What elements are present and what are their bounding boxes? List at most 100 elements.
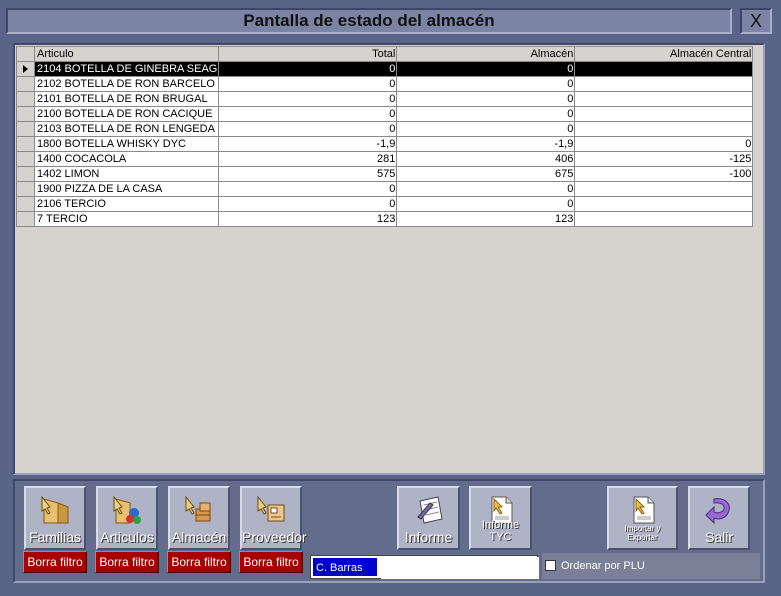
cell-almacen[interactable]: 0 <box>396 181 576 197</box>
cell-almacen[interactable]: 0 <box>396 196 576 212</box>
importar-exportar-button[interactable]: Importar y Exportar <box>607 486 678 550</box>
almacen-clear-filter-button[interactable]: Borra filtro <box>167 551 231 573</box>
table-row[interactable]: 2101 BOTELLA DE RON BRUGAL 0 0 <box>16 91 754 107</box>
cell-almacen[interactable]: 123 <box>396 211 576 227</box>
cell-articulo[interactable]: 1800 BOTELLA WHISKY DYC <box>33 136 220 152</box>
header-articulo[interactable]: Articulo <box>33 46 220 62</box>
header-almacen-central[interactable]: Almacén Central <box>574 46 754 62</box>
table-row[interactable]: 1402 LIMON 575 675 -100 <box>16 166 754 182</box>
cell-total[interactable]: 0 <box>218 91 398 107</box>
cell-articulo[interactable]: 2101 BOTELLA DE RON BRUGAL <box>33 91 220 107</box>
table-row[interactable]: 2106 TERCIO 0 0 <box>16 196 754 212</box>
row-indicator <box>16 106 35 122</box>
cell-almacen-central[interactable] <box>574 106 754 122</box>
cell-total[interactable]: 0 <box>218 61 398 77</box>
table-row[interactable]: 1400 COCACOLA 281 406 -125 <box>16 151 754 167</box>
row-indicator <box>16 166 35 182</box>
familias-clear-filter-button[interactable]: Borra filtro <box>23 551 87 573</box>
row-indicator <box>16 76 35 92</box>
cell-almacen-central[interactable] <box>574 76 754 92</box>
cell-total[interactable]: 0 <box>218 196 398 212</box>
cell-almacen-central[interactable] <box>574 91 754 107</box>
cell-almacen-central[interactable]: -100 <box>574 166 754 182</box>
cell-articulo[interactable]: 2103 BOTELLA DE RON LENGEDA <box>33 121 220 137</box>
products-pointer-icon <box>113 495 141 524</box>
informe-tyc-label: Informe TYC <box>481 519 520 543</box>
cell-almacen[interactable]: 0 <box>396 121 576 137</box>
stock-grid: Articulo Total Almacén Almacén Central 2… <box>16 46 754 227</box>
cell-articulo[interactable]: 1400 COCACOLA <box>33 151 220 167</box>
cell-articulo[interactable]: 1402 LIMON <box>33 166 220 182</box>
familias-button[interactable]: Familias <box>24 486 86 550</box>
cell-almacen-central[interactable] <box>574 121 754 137</box>
cell-almacen[interactable]: 675 <box>396 166 576 182</box>
row-indicator <box>16 121 35 137</box>
cell-total[interactable]: 575 <box>218 166 398 182</box>
table-row[interactable]: 1900 PIZZA DE LA CASA 0 0 <box>16 181 754 197</box>
row-indicator <box>16 61 35 77</box>
cell-almacen-central[interactable]: -125 <box>574 151 754 167</box>
informe-button[interactable]: Informe <box>397 486 460 550</box>
cell-almacen-central[interactable] <box>574 211 754 227</box>
cell-almacen-central[interactable]: 0 <box>574 136 754 152</box>
close-button[interactable]: X <box>740 8 772 34</box>
barcode-input[interactable] <box>381 557 539 579</box>
cell-almacen[interactable]: -1,9 <box>396 136 576 152</box>
cell-articulo[interactable]: 2106 TERCIO <box>33 196 220 212</box>
articulos-button[interactable]: Articulos <box>96 486 158 550</box>
table-row[interactable]: 1800 BOTELLA WHISKY DYC -1,9 -1,9 0 <box>16 136 754 152</box>
cell-almacen-central[interactable] <box>574 181 754 197</box>
almacen-button[interactable]: Almacén <box>168 486 230 550</box>
proveedor-button[interactable]: Proveedor <box>240 486 307 550</box>
ordenar-plu-option[interactable]: Ordenar por PLU <box>542 553 760 579</box>
table-row[interactable]: 2102 BOTELLA DE RON BARCELO 0 0 <box>16 76 754 92</box>
articulos-clear-filter-button[interactable]: Borra filtro <box>95 551 159 573</box>
salir-label: Salir <box>704 529 733 545</box>
articulos-label: Articulos <box>100 529 154 545</box>
proveedor-clear-filter-button[interactable]: Borra filtro <box>239 551 303 573</box>
table-row[interactable]: 2100 BOTELLA DE RON CACIQUE 0 0 <box>16 106 754 122</box>
cell-articulo[interactable]: 1900 PIZZA DE LA CASA <box>33 181 220 197</box>
cell-total[interactable]: 281 <box>218 151 398 167</box>
header-almacen[interactable]: Almacén <box>396 46 576 62</box>
cell-almacen[interactable]: 0 <box>396 61 576 77</box>
row-indicator <box>16 196 35 212</box>
cell-almacen-central[interactable] <box>574 61 754 77</box>
grid-header: Articulo Total Almacén Almacén Central <box>16 46 754 62</box>
cell-total[interactable]: 0 <box>218 106 398 122</box>
ordenar-plu-checkbox[interactable] <box>545 560 556 571</box>
cell-almacen[interactable]: 0 <box>396 91 576 107</box>
informe-tyc-button[interactable]: Informe TYC <box>469 486 532 550</box>
cell-total[interactable]: 0 <box>218 76 398 92</box>
excel-import-icon <box>633 496 654 524</box>
folder-pointer-icon <box>41 495 69 524</box>
header-total[interactable]: Total <box>218 46 398 62</box>
cell-almacen[interactable]: 0 <box>396 76 576 92</box>
cell-almacen[interactable]: 0 <box>396 106 576 122</box>
almacen-label: Almacén <box>171 529 227 545</box>
row-indicator <box>16 181 35 197</box>
table-row[interactable]: 2104 BOTELLA DE GINEBRA SEAG 0 0 <box>16 61 754 77</box>
cell-articulo[interactable]: 2100 BOTELLA DE RON CACIQUE <box>33 106 220 122</box>
stock-grid-panel: Articulo Total Almacén Almacén Central 2… <box>13 43 765 475</box>
clipboard-icon <box>416 496 443 524</box>
salir-button[interactable]: Salir <box>688 486 750 550</box>
cell-almacen[interactable]: 406 <box>396 151 576 167</box>
cell-articulo[interactable]: 7 TERCIO <box>33 211 220 227</box>
exit-arrow-icon <box>705 498 730 525</box>
cell-articulo[interactable]: 2104 BOTELLA DE GINEBRA SEAG <box>33 61 220 77</box>
cell-total[interactable]: -1,9 <box>218 136 398 152</box>
boxes-pointer-icon <box>185 495 211 522</box>
cell-total[interactable]: 123 <box>218 211 398 227</box>
proveedor-label: Proveedor <box>242 529 307 545</box>
cell-total[interactable]: 0 <box>218 181 398 197</box>
row-indicator <box>16 91 35 107</box>
row-indicator <box>16 136 35 152</box>
importar-exportar-label: Importar y Exportar <box>624 524 661 542</box>
cell-total[interactable]: 0 <box>218 121 398 137</box>
row-indicator <box>16 151 35 167</box>
table-row[interactable]: 7 TERCIO 123 123 <box>16 211 754 227</box>
cell-articulo[interactable]: 2102 BOTELLA DE RON BARCELO <box>33 76 220 92</box>
cell-almacen-central[interactable] <box>574 196 754 212</box>
table-row[interactable]: 2103 BOTELLA DE RON LENGEDA 0 0 <box>16 121 754 137</box>
